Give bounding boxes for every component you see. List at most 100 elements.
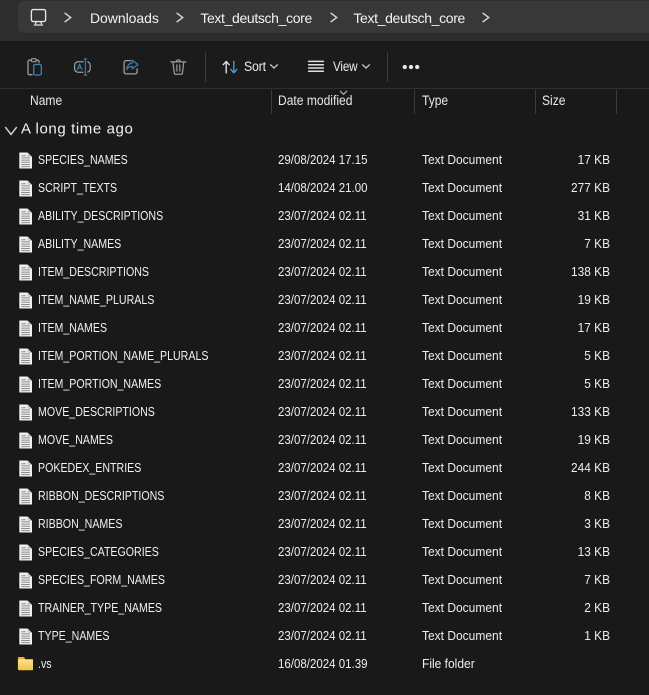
file-row[interactable]: RIBBON_NAMES 23/07/2024 02.11 Text Docum… [0, 510, 649, 538]
file-type: Text Document [421, 573, 502, 587]
file-row[interactable]: SCRIPT_TEXTS 14/08/2024 21.00 Text Docum… [0, 174, 649, 202]
file-name: POKEDEX_ENTRIES [37, 461, 142, 475]
column-divider[interactable] [535, 90, 536, 114]
file-size: 2 KB [584, 601, 610, 615]
view-button[interactable]: View [306, 49, 371, 85]
sort-button[interactable]: Sort [220, 49, 279, 85]
file-type: Text Document [421, 405, 502, 419]
chevron-down-icon [269, 63, 279, 70]
file-size: 31 KB [577, 209, 610, 223]
file-row[interactable]: SPECIES_CATEGORIES 23/07/2024 02.11 Text… [0, 538, 649, 566]
file-explorer-window: Downloads Text_deutsch_core Text_deutsch… [0, 0, 649, 695]
file-size: 19 KB [577, 433, 610, 447]
toolbar-separator [205, 51, 206, 82]
breadcrumb-chevron-icon[interactable] [63, 12, 72, 23]
file-date-modified: 23/07/2024 02.11 [278, 629, 367, 643]
file-date-modified: 23/07/2024 02.11 [278, 573, 367, 587]
file-size: 7 KB [584, 237, 610, 251]
file-size: 133 KB [571, 405, 610, 419]
file-row[interactable]: .vs 16/08/2024 01.39 File folder [0, 650, 649, 678]
file-type: Text Document [421, 349, 502, 363]
text-document-icon [17, 516, 33, 533]
file-row[interactable]: TYPE_NAMES 23/07/2024 02.11 Text Documen… [0, 622, 649, 650]
file-row[interactable]: SPECIES_FORM_NAMES 23/07/2024 02.11 Text… [0, 566, 649, 594]
see-more-icon [401, 57, 421, 77]
file-size: 17 KB [577, 321, 610, 335]
delete-button[interactable] [159, 49, 199, 85]
file-date-modified: 23/07/2024 02.11 [278, 321, 367, 335]
file-row[interactable]: MOVE_NAMES 23/07/2024 02.11 Text Documen… [0, 426, 649, 454]
file-row[interactable]: ITEM_NAMES 23/07/2024 02.11 Text Documen… [0, 314, 649, 342]
breadcrumb-item-downloads[interactable]: Downloads [90, 10, 159, 26]
file-size: 277 KB [571, 181, 610, 195]
see-more-button[interactable] [391, 49, 431, 85]
delete-icon [169, 57, 189, 77]
file-name: TRAINER_TYPE_NAMES [37, 601, 162, 615]
column-header-name[interactable]: Name [30, 93, 62, 109]
file-name: SPECIES_NAMES [37, 153, 128, 167]
file-type: Text Document [421, 237, 502, 251]
command-toolbar: Sort View [0, 41, 649, 89]
file-date-modified: 23/07/2024 02.11 [278, 517, 367, 531]
file-name: RIBBON_DESCRIPTIONS [37, 489, 165, 503]
file-name: RIBBON_NAMES [37, 517, 123, 531]
view-button-label: View [332, 59, 358, 74]
file-type: Text Document [421, 153, 502, 167]
text-document-icon [17, 152, 33, 169]
text-document-icon [17, 320, 33, 337]
file-row[interactable]: SPECIES_NAMES 29/08/2024 17.15 Text Docu… [0, 146, 649, 174]
file-date-modified: 23/07/2024 02.11 [278, 433, 367, 447]
file-row[interactable]: RIBBON_DESCRIPTIONS 23/07/2024 02.11 Tex… [0, 482, 649, 510]
share-button[interactable] [111, 49, 151, 85]
breadcrumb-item-parent-folder[interactable]: Text_deutsch_core [200, 10, 312, 26]
file-name: ITEM_PORTION_NAME_PLURALS [37, 349, 209, 363]
column-header-size[interactable]: Size [542, 93, 565, 109]
file-row[interactable]: ABILITY_DESCRIPTIONS 23/07/2024 02.11 Te… [0, 202, 649, 230]
sort-button-label: Sort [244, 59, 266, 74]
file-row[interactable]: POKEDEX_ENTRIES 23/07/2024 02.11 Text Do… [0, 454, 649, 482]
file-type: Text Document [421, 433, 502, 447]
file-date-modified: 23/07/2024 02.11 [278, 265, 367, 279]
rename-button[interactable] [63, 49, 103, 85]
file-row[interactable]: ABILITY_NAMES 23/07/2024 02.11 Text Docu… [0, 230, 649, 258]
breadcrumb-item-current-folder[interactable]: Text_deutsch_core [353, 10, 465, 26]
file-type: Text Document [421, 629, 502, 643]
file-row[interactable]: ITEM_NAME_PLURALS 23/07/2024 02.11 Text … [0, 286, 649, 314]
paste-button[interactable] [15, 49, 55, 85]
file-date-modified: 23/07/2024 02.11 [278, 377, 367, 391]
breadcrumb-chevron-icon[interactable] [175, 12, 184, 23]
address-field[interactable]: Downloads Text_deutsch_core Text_deutsch… [18, 1, 649, 33]
text-document-icon [17, 376, 33, 393]
text-document-icon [17, 572, 33, 589]
text-document-icon [17, 544, 33, 561]
this-pc-monitor-icon[interactable] [30, 8, 47, 27]
group-collapse-chevron-icon[interactable] [4, 126, 18, 137]
address-bar: Downloads Text_deutsch_core Text_deutsch… [0, 0, 649, 41]
file-type: Text Document [421, 265, 502, 279]
file-row[interactable]: ITEM_DESCRIPTIONS 23/07/2024 02.11 Text … [0, 258, 649, 286]
column-header-type[interactable]: Type [422, 93, 448, 109]
column-divider[interactable] [271, 90, 272, 114]
text-document-icon [17, 264, 33, 281]
column-divider[interactable] [616, 90, 617, 114]
column-header-date-modified[interactable]: Date modified [278, 93, 352, 109]
file-size: 7 KB [584, 573, 610, 587]
file-date-modified: 23/07/2024 02.11 [278, 461, 367, 475]
file-type: Text Document [421, 321, 502, 335]
breadcrumb-chevron-icon[interactable] [329, 12, 339, 23]
file-name: MOVE_NAMES [37, 433, 113, 447]
file-row[interactable]: MOVE_DESCRIPTIONS 23/07/2024 02.11 Text … [0, 398, 649, 426]
file-type: File folder [421, 657, 475, 671]
file-size: 3 KB [584, 517, 610, 531]
share-icon [121, 57, 141, 77]
file-row[interactable]: TRAINER_TYPE_NAMES 23/07/2024 02.11 Text… [0, 594, 649, 622]
file-size: 8 KB [584, 489, 610, 503]
file-row[interactable]: ITEM_PORTION_NAME_PLURALS 23/07/2024 02.… [0, 342, 649, 370]
column-divider[interactable] [414, 90, 415, 114]
paste-icon [25, 57, 45, 77]
breadcrumb-chevron-icon[interactable] [481, 12, 490, 23]
file-row[interactable]: ITEM_PORTION_NAMES 23/07/2024 02.11 Text… [0, 370, 649, 398]
group-header[interactable]: A long time ago [0, 115, 649, 146]
file-size: 138 KB [571, 265, 610, 279]
file-name: ITEM_NAMES [37, 321, 107, 335]
